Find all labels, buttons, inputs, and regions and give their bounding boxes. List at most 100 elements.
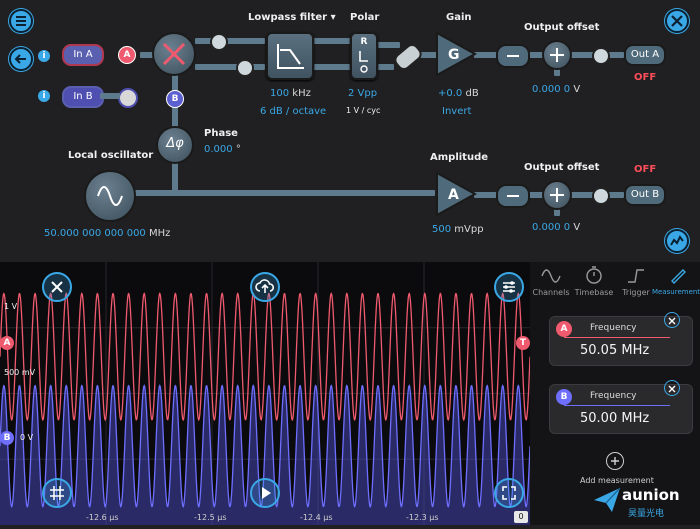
timer-icon[interactable] <box>584 265 604 285</box>
scope-toggle-button[interactable] <box>664 228 690 254</box>
tools-button[interactable] <box>664 8 690 34</box>
close-scope-button[interactable] <box>42 272 72 302</box>
gain-block[interactable]: G <box>434 30 478 78</box>
measurement-title: Frequency <box>590 391 637 401</box>
output-b-button[interactable]: Out B <box>624 184 666 206</box>
trigger-marker[interactable]: T <box>516 336 530 350</box>
settings-sliders-button[interactable] <box>494 272 524 302</box>
phase-glyph: Δφ <box>166 136 184 151</box>
ruler-icon[interactable] <box>668 265 688 285</box>
play-icon <box>262 487 271 499</box>
minus-button[interactable] <box>496 184 530 208</box>
arrow-left-icon <box>9 47 33 71</box>
phase-block[interactable]: Δφ <box>156 126 194 164</box>
mixer-channel-badge: B <box>166 90 184 108</box>
hamburger-icon <box>9 9 33 33</box>
output-offset-a-value[interactable]: 0.000 0 V <box>532 84 580 95</box>
phase-value[interactable]: 0.000 ° <box>204 144 241 155</box>
offset-adder[interactable] <box>542 180 572 210</box>
add-measurement-button[interactable] <box>606 452 624 470</box>
close-icon <box>668 385 676 393</box>
minus-icon <box>507 195 519 197</box>
grid-toggle-button[interactable] <box>42 478 72 508</box>
output-b-node[interactable] <box>592 187 610 205</box>
polar-block[interactable]: R <box>350 32 378 80</box>
output-offset-b-value[interactable]: 0.000 0 V <box>532 222 580 233</box>
mixer[interactable] <box>152 32 196 76</box>
minus-button[interactable] <box>496 44 530 68</box>
paper-plane-logo-icon <box>594 487 621 512</box>
info-icon[interactable]: i <box>38 50 50 62</box>
output-a-node[interactable] <box>592 47 610 65</box>
local-oscillator-label: Local oscillator <box>68 150 154 161</box>
output-a-button[interactable]: Out A <box>624 44 666 66</box>
measurement-title: Frequency <box>590 323 637 333</box>
amplitude-label: Amplitude <box>430 152 489 163</box>
measurement-value: 50.05 MHz <box>580 343 650 358</box>
polar-label: Polar <box>350 12 380 23</box>
switch-node[interactable] <box>210 33 228 51</box>
local-oscillator-frequency[interactable]: 50.000 000 000 000 MHz <box>44 228 170 239</box>
tab-channels[interactable]: Channels <box>529 288 573 297</box>
add-measurement-label[interactable]: Add measurement <box>580 476 654 485</box>
cloud-upload-icon <box>255 279 275 293</box>
output-b-status[interactable]: OFF <box>634 164 656 175</box>
invert-toggle[interactable]: Invert <box>442 106 471 117</box>
filter-cutoff[interactable]: 100 kHz <box>270 88 311 99</box>
output-a-status[interactable]: OFF <box>634 72 656 83</box>
sine-icon[interactable] <box>540 266 562 286</box>
channel-a-marker[interactable]: A <box>0 336 14 350</box>
close-icon <box>668 317 676 325</box>
input-b-node[interactable] <box>118 88 138 108</box>
input-a-button[interactable]: In A <box>62 44 104 66</box>
info-icon[interactable]: i <box>38 90 50 102</box>
plus-icon <box>611 457 619 465</box>
local-oscillator-block[interactable] <box>84 170 136 222</box>
gain-glyph: G <box>448 47 460 63</box>
plus-icon <box>550 188 564 202</box>
wire <box>376 64 394 70</box>
amplitude-glyph: A <box>448 187 459 203</box>
polar-scale[interactable]: 1 V / cyc <box>346 106 380 115</box>
switch-node[interactable] <box>236 59 254 77</box>
sine-wave-icon <box>97 186 123 206</box>
trigger-edge-icon[interactable] <box>626 266 646 286</box>
caret-down-icon: ▾ <box>330 12 336 23</box>
output-offset-a-label: Output offset <box>524 22 600 33</box>
time-tick: -12.3 µs <box>406 513 439 522</box>
filter-slope[interactable]: 6 dB / octave <box>260 106 326 117</box>
output-offset-b-label: Output offset <box>524 162 600 173</box>
lowpass-filter-label[interactable]: Lowpass filter ▾ <box>248 12 336 23</box>
multiply-icon <box>162 42 186 66</box>
back-button[interactable] <box>8 46 34 72</box>
time-tick: -12.6 µs <box>86 513 119 522</box>
offset-adder[interactable] <box>542 40 572 70</box>
waveform-icon <box>665 229 689 253</box>
minus-icon <box>507 55 519 57</box>
gain-label: Gain <box>446 12 472 23</box>
menu-button[interactable] <box>8 8 34 34</box>
play-button[interactable] <box>250 478 280 508</box>
wire <box>312 64 352 70</box>
channel-b-marker[interactable]: B <box>0 431 14 445</box>
amplitude-value[interactable]: 500 mVpp <box>432 224 484 235</box>
time-tick: -12.4 µs <box>300 513 333 522</box>
wire <box>195 64 265 70</box>
fullscreen-button[interactable] <box>494 478 524 508</box>
input-b-button[interactable]: In B <box>62 86 104 108</box>
level-500mv-label: 500 mV <box>4 368 36 377</box>
measurement-value: 50.00 MHz <box>580 411 650 426</box>
wire <box>135 190 435 196</box>
cloud-upload-button[interactable] <box>250 272 280 302</box>
tab-timebase[interactable]: Timebase <box>572 288 616 297</box>
remove-measurement-button[interactable] <box>664 380 680 396</box>
tab-measurements[interactable]: Measurements <box>652 288 700 296</box>
remove-measurement-button[interactable] <box>664 312 680 328</box>
wire <box>195 38 265 44</box>
polar-value[interactable]: 2 Vpp <box>348 88 377 99</box>
gain-value[interactable]: +0.0 dB <box>438 88 479 99</box>
time-zero-marker[interactable]: 0 <box>514 511 528 523</box>
amplitude-block[interactable]: A <box>434 170 478 218</box>
lowpass-filter-block[interactable] <box>266 32 314 80</box>
lowpass-filter-icon <box>277 44 304 69</box>
